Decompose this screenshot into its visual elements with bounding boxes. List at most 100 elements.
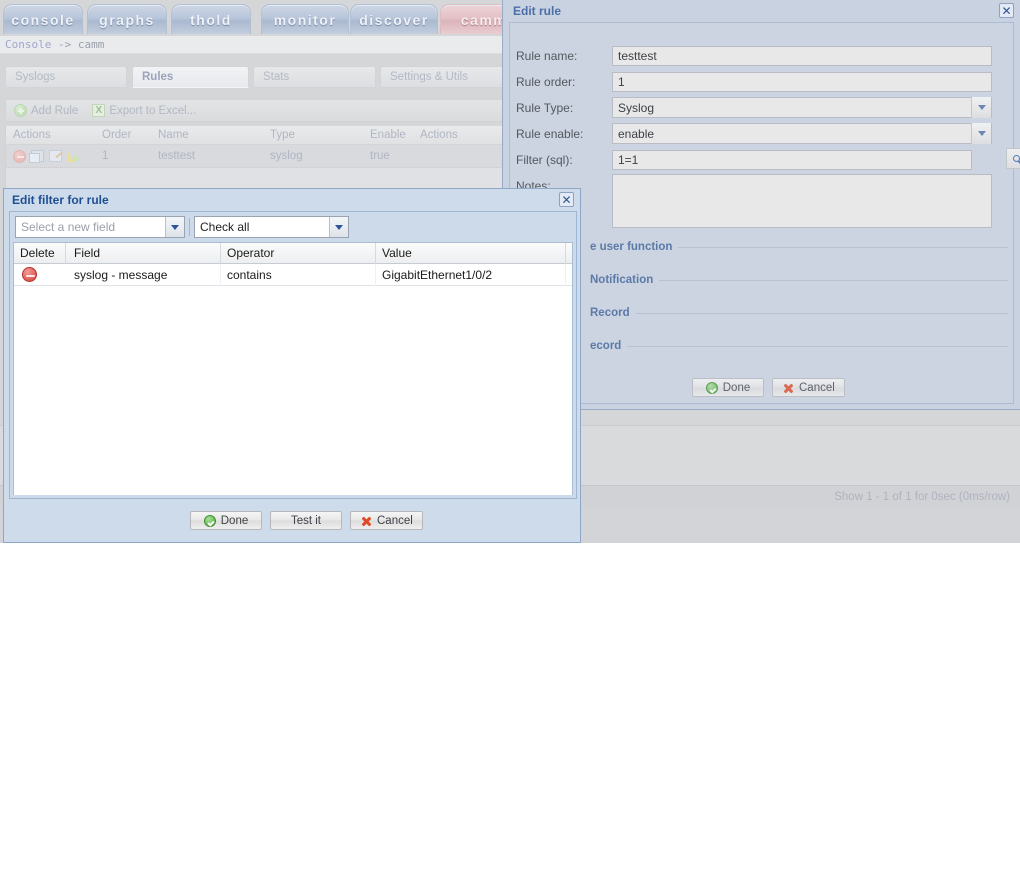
section-label: Notification [590, 274, 654, 286]
button-label: Test it [290, 514, 322, 527]
rule-enable-select[interactable]: enable [612, 123, 992, 144]
rules-table: Actions Order Name Type Enable Actions 1… [5, 126, 510, 191]
sub-tab-syslogs[interactable]: Syslogs [5, 66, 127, 88]
chevron-down-icon[interactable] [971, 97, 991, 118]
duplicate-rule-icon[interactable] [29, 150, 44, 163]
chevron-down-icon[interactable] [971, 123, 991, 144]
cell-field: syslog - message [66, 263, 221, 286]
rule-type-value: Syslog [618, 100, 655, 115]
rule-name-input[interactable]: testtest [612, 45, 992, 66]
breadcrumb-separator: -> [51, 38, 78, 51]
add-rule-button[interactable]: Add Rule [14, 104, 78, 117]
field-row-rule-name: Rule name: testtest [516, 45, 1006, 66]
main-tab-label: discover [359, 11, 429, 28]
sub-tab-rules[interactable]: Rules [132, 66, 249, 88]
x-mark-icon [782, 382, 794, 394]
filter-cancel-button[interactable]: Cancel [350, 511, 423, 530]
filter-table-row[interactable]: syslog - message contains GigabitEtherne… [14, 263, 572, 286]
column-header-type: Type [270, 129, 295, 141]
export-to-excel-button[interactable]: X Export to Excel... [92, 104, 196, 117]
column-header-operator: Operator [221, 242, 376, 264]
select-new-field-dropdown[interactable]: Select a new field [15, 216, 185, 238]
main-tab-label: monitor [273, 11, 337, 28]
breadcrumb-root[interactable]: Console [5, 38, 51, 51]
filter-toolbar: Select a new field Check all [15, 216, 571, 238]
filter-test-it-button[interactable]: Test it [270, 511, 342, 530]
section-notification: Notification [590, 273, 1008, 287]
button-label: Cancel [799, 381, 835, 394]
check-all-dropdown[interactable]: Check all [194, 216, 349, 238]
sub-tab-strip: Syslogs Rules Stats Settings & Utils [5, 66, 510, 88]
sub-tab-label: Syslogs [15, 71, 56, 83]
section-user-function: e user function [590, 240, 1008, 254]
section-label: e user function [590, 241, 673, 253]
column-header-actions-left: Actions [13, 129, 51, 141]
filter-sql-input[interactable]: 1=1 [612, 149, 972, 170]
cell-operator: contains [221, 263, 376, 286]
filter-table: Delete Field Operator Value syslog - mes… [13, 242, 573, 495]
edit-filter-button-row: Done Test it Cancel [190, 511, 423, 530]
delete-circle-icon[interactable] [22, 267, 37, 282]
edit-rule-cancel-button[interactable]: Cancel [772, 378, 845, 397]
sub-tab-stats[interactable]: Stats [253, 66, 376, 88]
column-header-enable: Enable [370, 129, 406, 141]
field-row-rule-type: Rule Type: Syslog [516, 97, 1006, 118]
chevron-down-icon[interactable] [329, 217, 348, 237]
delete-rule-icon[interactable] [13, 149, 26, 163]
notes-textarea[interactable] [612, 174, 992, 228]
sub-tab-label: Settings & Utils [390, 71, 468, 83]
section-record-secondary: ecord [590, 339, 1008, 353]
edit-rule-icon[interactable] [49, 150, 62, 162]
search-icon [1012, 155, 1020, 162]
column-header-order: Order [102, 129, 132, 141]
run-rule-icon[interactable] [67, 150, 81, 164]
main-tab-discover[interactable]: discover [350, 4, 438, 34]
edit-filter-dialog: Edit filter for rule ✕ Select a new fiel… [3, 188, 581, 543]
edit-filter-title: Edit filter for rule [12, 193, 109, 207]
main-tab-graphs[interactable]: graphs [87, 4, 167, 34]
check-circle-icon [705, 381, 718, 394]
main-tab-thold[interactable]: thold [171, 4, 251, 34]
table-row[interactable]: 1 testtest syslog true [6, 145, 509, 168]
main-tab-label: console [11, 11, 75, 28]
check-circle-icon [203, 514, 216, 527]
sub-tab-label: Stats [263, 71, 290, 83]
label-rule-type: Rule Type: [516, 100, 574, 115]
label-rule-order: Rule order: [516, 74, 576, 89]
close-icon[interactable]: ✕ [559, 192, 574, 207]
main-tab-console[interactable]: console [3, 4, 83, 34]
section-divider [659, 279, 1008, 281]
x-mark-icon [360, 515, 372, 527]
section-record: Record [590, 306, 1008, 320]
section-divider [678, 246, 1008, 248]
edit-rule-button-row: Done Cancel [692, 378, 845, 397]
breadcrumb-current: camm [77, 38, 105, 51]
sub-tab-label: Rules [142, 71, 174, 83]
column-header-actions-right: Actions [420, 129, 458, 141]
column-header-field: Field [66, 242, 221, 264]
main-tab-label: camm [460, 11, 508, 28]
check-all-value: Check all [200, 220, 250, 234]
main-tab-label: thold [190, 11, 232, 28]
delete-filter-cell [14, 267, 66, 282]
field-row-filter-sql: Filter (sql): 1=1 [516, 148, 1020, 170]
cell-value: GigabitEthernet1/0/2 [376, 263, 566, 286]
button-label: Cancel [377, 514, 413, 527]
rule-order-input[interactable]: 1 [612, 71, 992, 92]
sub-tab-settings-utils[interactable]: Settings & Utils [380, 66, 510, 88]
field-row-rule-order: Rule order: 1 [516, 71, 1006, 92]
close-icon[interactable]: ✕ [999, 3, 1014, 18]
chevron-down-icon[interactable] [165, 217, 184, 237]
button-label: Done [220, 514, 249, 527]
rules-toolbar: Add Rule X Export to Excel... [5, 99, 510, 122]
main-tab-monitor[interactable]: monitor [261, 4, 349, 34]
filter-done-button[interactable]: Done [190, 511, 262, 530]
select-new-field-value: Select a new field [21, 220, 116, 234]
edit-rule-done-button[interactable]: Done [692, 378, 764, 397]
search-filter-button[interactable] [1006, 148, 1020, 169]
edit-rule-body: Rule name: testtest Rule order: 1 Rule T… [509, 22, 1020, 404]
label-filter-sql: Filter (sql): [516, 152, 573, 167]
cell-type: syslog [270, 150, 303, 162]
filter-table-header: Delete Field Operator Value [14, 242, 572, 264]
rule-type-select[interactable]: Syslog [612, 97, 992, 118]
